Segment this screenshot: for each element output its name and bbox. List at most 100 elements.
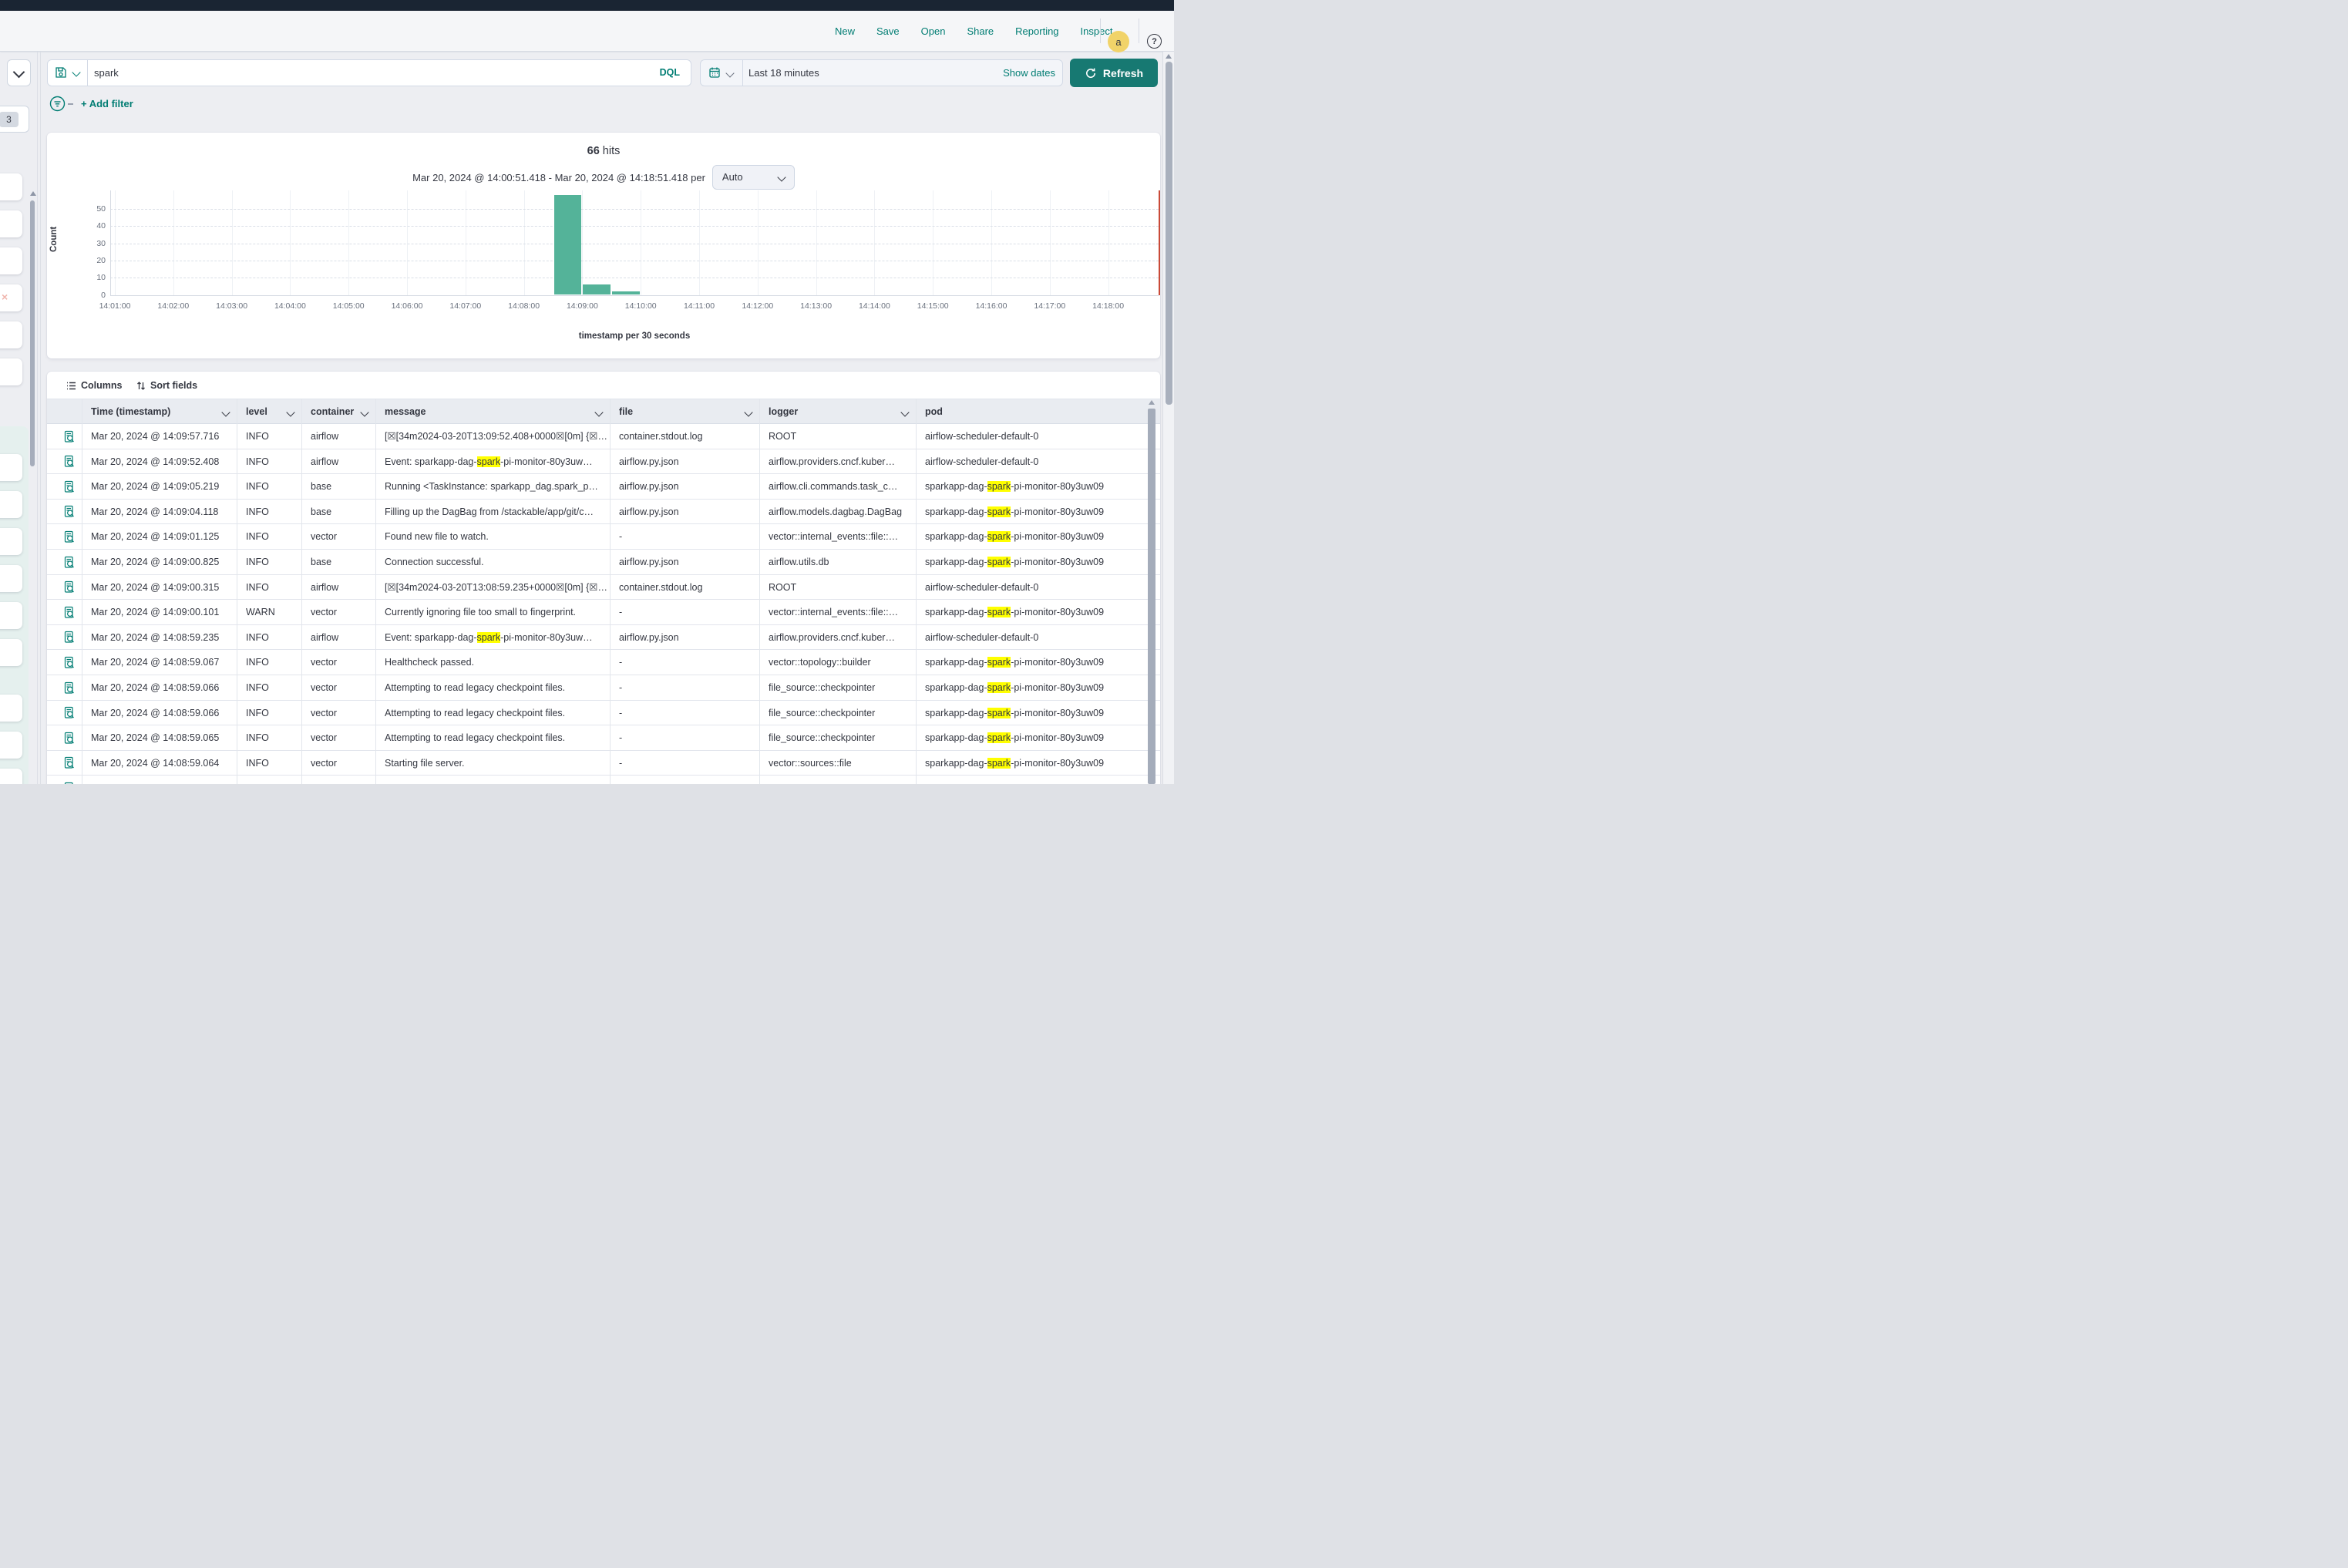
cell-logger: file_source::checkpointer — [759, 701, 916, 725]
expand-row-button[interactable] — [47, 550, 82, 574]
sort-fields-button[interactable]: Sort fields — [136, 378, 197, 393]
field-item-card[interactable] — [0, 358, 22, 385]
expand-row-button[interactable] — [47, 751, 82, 776]
cell-message: Attempting to read legacy checkpoint fil… — [375, 725, 610, 750]
remove-field-icon[interactable]: × — [2, 291, 8, 303]
page-scrollbar[interactable] — [1162, 52, 1174, 784]
expand-row-button[interactable] — [47, 449, 82, 474]
nav-link-open[interactable]: Open — [921, 25, 946, 37]
cell-message: Healthcheck passed. — [375, 650, 610, 675]
cell-container: airflow — [301, 575, 375, 600]
show-dates-button[interactable]: Show dates — [1003, 60, 1055, 86]
saved-query-menu-button[interactable] — [48, 60, 88, 86]
table-scrollbar[interactable] — [1148, 409, 1155, 784]
sidebar-scrollbar[interactable] — [30, 200, 35, 466]
scroll-up-arrow[interactable] — [1166, 54, 1172, 59]
search-bar[interactable]: spark DQL — [47, 59, 691, 86]
expand-row-button[interactable] — [47, 675, 82, 700]
expand-row-button[interactable] — [47, 701, 82, 725]
field-item-card[interactable] — [0, 454, 22, 481]
field-item-card[interactable]: × — [0, 284, 22, 311]
cell-time: Mar 20, 2024 @ 14:09:01.125 — [82, 524, 237, 549]
field-item-card[interactable] — [0, 639, 22, 666]
field-item-card[interactable] — [0, 247, 22, 274]
expand-row-button[interactable] — [47, 650, 82, 675]
expand-row-button[interactable] — [47, 776, 82, 784]
sidebar-collapse-button[interactable] — [7, 59, 31, 86]
field-item-card[interactable] — [0, 732, 22, 759]
expand-row-button[interactable] — [47, 524, 82, 549]
sidebar-border — [40, 52, 41, 784]
navbar-divider — [1100, 19, 1101, 43]
field-item-card[interactable] — [0, 565, 22, 592]
nav-link-inspect[interactable]: Inspect — [1081, 25, 1113, 37]
query-language-button[interactable]: DQL — [660, 60, 680, 86]
expand-row-button[interactable] — [47, 474, 82, 499]
filter-icon[interactable] — [49, 96, 66, 112]
field-item-card[interactable] — [0, 602, 22, 629]
table-row: Mar 20, 2024 @ 14:09:01.125INFOvector-ve… — [47, 524, 1160, 550]
column-header-pod[interactable]: pod — [916, 399, 1148, 425]
add-filter-button[interactable]: + Add filter — [81, 96, 133, 112]
avatar[interactable]: a — [1108, 31, 1129, 52]
chevron-down-icon — [286, 408, 294, 416]
cell-pod: sparkapp-dag-spark-pi-monitor-80y3uw09 — [916, 650, 1148, 675]
field-item-card[interactable] — [0, 528, 22, 555]
field-item-card[interactable] — [0, 210, 22, 237]
field-item-card[interactable] — [0, 173, 22, 200]
cell-pod: sparkapp-dag-spark-pi-monitor-80y3uw09 — [916, 725, 1148, 750]
search-input[interactable]: spark — [94, 60, 119, 86]
cell-message: Currently ignoring file too small to fin… — [375, 600, 610, 624]
histogram-bar[interactable] — [554, 195, 582, 294]
expand-row-button[interactable] — [47, 600, 82, 624]
cell-pod: sparkapp-dag-spark-pi-monitor-80y3uw09 — [916, 600, 1148, 624]
column-header-container[interactable]: container — [301, 399, 375, 425]
table-scroll-up-arrow[interactable] — [1149, 400, 1155, 405]
column-header-file[interactable]: file — [610, 399, 759, 425]
column-header-time[interactable]: Time (timestamp) — [82, 399, 237, 425]
expand-row-button[interactable] — [47, 725, 82, 750]
columns-button[interactable]: Columns — [66, 378, 122, 393]
interval-select[interactable]: Auto — [712, 165, 795, 190]
column-header-logger[interactable]: logger — [759, 399, 916, 425]
cell-file: airflow.py.json — [610, 474, 759, 499]
expand-row-button[interactable] — [47, 625, 82, 650]
table-row: Mar 20, 2024 @ 14:09:00.825INFObaseairfl… — [47, 550, 1160, 575]
histogram-bar[interactable] — [583, 284, 611, 294]
field-item-card[interactable] — [0, 769, 22, 784]
cell-file: - — [610, 650, 759, 675]
inspect-document-icon — [63, 580, 76, 594]
expand-row-button[interactable] — [47, 424, 82, 449]
sort-arrows-icon — [136, 381, 146, 391]
expand-row-button[interactable] — [47, 575, 82, 600]
help-icon[interactable]: ? — [1147, 34, 1162, 49]
field-item-card[interactable] — [0, 695, 22, 722]
nav-link-reporting[interactable]: Reporting — [1015, 25, 1058, 37]
column-header-expand[interactable] — [47, 399, 82, 425]
histogram-bar[interactable] — [612, 291, 640, 294]
expand-row-button[interactable] — [47, 500, 82, 524]
field-filter-count-box[interactable]: 3 — [0, 106, 29, 133]
cell-level: WARN — [237, 600, 301, 624]
cell-logger: vector::internal_events::file::… — [759, 524, 916, 549]
cell-logger: file_source::checkpointer — [759, 675, 916, 700]
field-item-card[interactable] — [0, 321, 22, 348]
cell-time: Mar 20, 2024 @ 14:08:59.067 — [82, 650, 237, 675]
page-scrollbar-thumb[interactable] — [1166, 62, 1172, 405]
refresh-label: Refresh — [1103, 67, 1143, 79]
sidebar-scroll-up-arrow[interactable] — [30, 191, 36, 196]
cell-logger: vector::internal_events::file::… — [759, 600, 916, 624]
nav-link-share[interactable]: Share — [967, 25, 994, 37]
time-range-value[interactable]: Last 18 minutes — [748, 60, 819, 86]
cell-container: base — [301, 474, 375, 499]
nav-link-save[interactable]: Save — [876, 25, 900, 37]
nav-link-new[interactable]: New — [835, 25, 855, 37]
time-range-picker[interactable]: Last 18 minutes Show dates — [700, 59, 1063, 86]
cell-logger: airflow.models.dagbag.DagBag — [759, 500, 916, 524]
cell-time: Mar 20, 2024 @ 14:09:00.101 — [82, 600, 237, 624]
field-item-card[interactable] — [0, 491, 22, 518]
inspect-document-icon — [63, 430, 76, 443]
column-header-level[interactable]: level — [237, 399, 301, 425]
column-header-message[interactable]: message — [375, 399, 610, 425]
refresh-button[interactable]: Refresh — [1070, 59, 1158, 87]
